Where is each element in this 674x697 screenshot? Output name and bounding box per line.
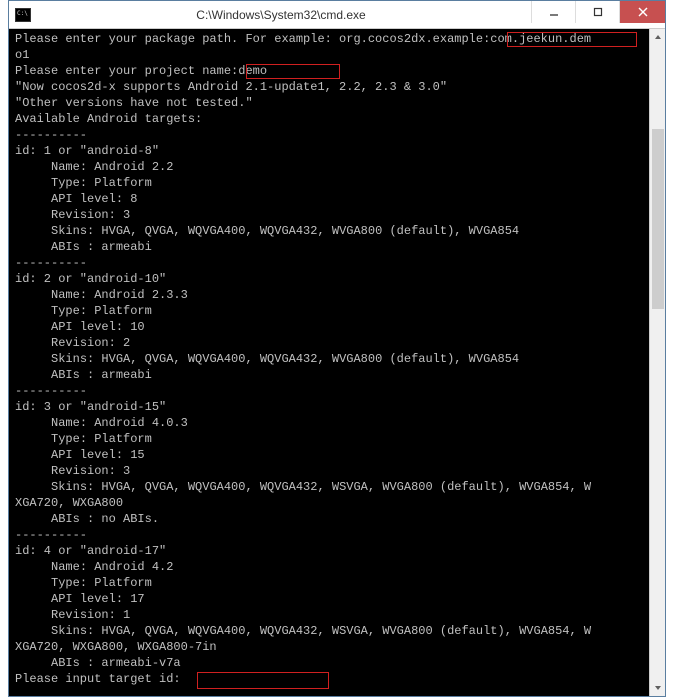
terminal-line: ---------- [15, 383, 659, 399]
terminal-line: API level: 8 [15, 191, 659, 207]
window-title: C:\Windows\System32\cmd.exe [31, 8, 531, 22]
terminal-line: Name: Android 4.0.3 [15, 415, 659, 431]
terminal-line: Skins: HVGA, QVGA, WQVGA400, WQVGA432, W… [15, 351, 659, 367]
terminal-line: ---------- [15, 127, 659, 143]
terminal-line: Skins: HVGA, QVGA, WQVGA400, WQVGA432, W… [15, 223, 659, 239]
terminal-line: o1 [15, 47, 659, 63]
terminal-line: "Now cocos2d-x supports Android 2.1-upda… [15, 79, 659, 95]
terminal-line: Type: Platform [15, 431, 659, 447]
terminal-line: id: 4 or "android-17" [15, 543, 659, 559]
terminal-line: Skins: HVGA, QVGA, WQVGA400, WQVGA432, W… [15, 479, 659, 495]
terminal-line: Name: Android 2.2 [15, 159, 659, 175]
terminal-line: Name: Android 2.3.3 [15, 287, 659, 303]
terminal-line: ---------- [15, 255, 659, 271]
terminal-line: Please enter your package path. For exam… [15, 31, 659, 47]
terminal-line: Revision: 1 [15, 607, 659, 623]
terminal-line: id: 2 or "android-10" [15, 271, 659, 287]
terminal-line: Skins: HVGA, QVGA, WQVGA400, WQVGA432, W… [15, 623, 659, 639]
terminal-line: "Other versions have not tested." [15, 95, 659, 111]
terminal-line: Type: Platform [15, 575, 659, 591]
terminal-line: Revision: 2 [15, 335, 659, 351]
terminal-line: API level: 15 [15, 447, 659, 463]
terminal-line: Please enter your project name:demo [15, 63, 659, 79]
terminal-line: Name: Android 4.2 [15, 559, 659, 575]
cmd-icon [15, 8, 31, 22]
window-controls [531, 1, 665, 28]
terminal-line: Please input target id: [15, 671, 659, 687]
terminal-line: API level: 17 [15, 591, 659, 607]
terminal-line: Type: Platform [15, 175, 659, 191]
scroll-thumb[interactable] [652, 129, 664, 309]
terminal-line: ABIs : armeabi [15, 367, 659, 383]
scroll-up-button[interactable] [650, 29, 665, 45]
terminal-line: XGA720, WXGA800, WXGA800-7in [15, 639, 659, 655]
terminal-line: Type: Platform [15, 303, 659, 319]
cmd-window: C:\Windows\System32\cmd.exe Please enter… [8, 0, 666, 697]
minimize-button[interactable] [531, 1, 575, 23]
terminal-line: ---------- [15, 527, 659, 543]
terminal-line: Revision: 3 [15, 207, 659, 223]
terminal-line: API level: 10 [15, 319, 659, 335]
close-button[interactable] [619, 1, 665, 23]
terminal-line: Revision: 3 [15, 463, 659, 479]
terminal-line: id: 3 or "android-15" [15, 399, 659, 415]
titlebar[interactable]: C:\Windows\System32\cmd.exe [9, 1, 665, 29]
terminal-line: ABIs : armeabi-v7a [15, 655, 659, 671]
terminal-line: id: 1 or "android-8" [15, 143, 659, 159]
vertical-scrollbar[interactable] [649, 29, 665, 696]
terminal-line: XGA720, WXGA800 [15, 495, 659, 511]
terminal-line: ABIs : no ABIs. [15, 511, 659, 527]
maximize-button[interactable] [575, 1, 619, 23]
terminal-line: ABIs : armeabi [15, 239, 659, 255]
terminal-line: Available Android targets: [15, 111, 659, 127]
scroll-down-button[interactable] [650, 680, 665, 696]
terminal-output[interactable]: Please enter your package path. For exam… [9, 29, 665, 696]
